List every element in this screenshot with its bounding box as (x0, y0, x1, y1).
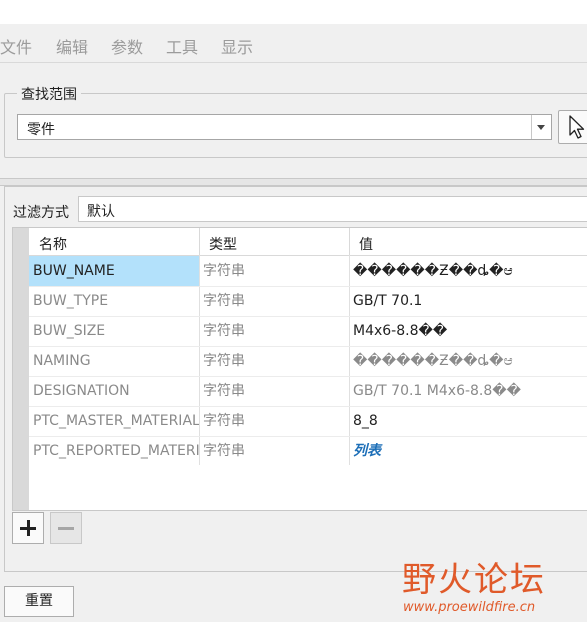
param-name-cell[interactable]: BUW_TYPE (29, 286, 199, 316)
param-type-cell[interactable]: 字符串 (199, 406, 349, 436)
param-value-list-link[interactable]: 列表 (349, 436, 587, 466)
search-scope-dropdown[interactable]: 零件 (17, 114, 552, 140)
column-divider[interactable] (349, 228, 350, 255)
row-header-gutter (13, 228, 29, 510)
table-row[interactable]: BUW_TYPE 字符串 GB/T 70.1 (29, 286, 587, 316)
param-name-cell[interactable]: NAMING (29, 346, 199, 376)
menu-parameters[interactable]: 参数 (111, 34, 143, 58)
param-name-cell[interactable]: PTC_MASTER_MATERIAL (29, 406, 199, 436)
param-value-cell[interactable]: GB/T 70.1 (349, 286, 587, 316)
menu-edit[interactable]: 编辑 (56, 34, 88, 58)
table-row[interactable]: PTC_REPORTED_MATERIAL 字符串 列表 (29, 436, 587, 466)
column-divider[interactable] (199, 228, 200, 255)
column-header-type[interactable]: 类型 (209, 234, 237, 254)
search-scope-value: 零件 (27, 122, 55, 138)
filter-dropdown[interactable]: 默认 (78, 196, 587, 222)
param-name-cell[interactable]: BUW_NAME (29, 256, 199, 286)
parameter-table: 名称 类型 值 BUW_NAME 字符串 ������Ƶ��ȡ�ಆ BUW_TY… (12, 227, 587, 511)
param-value-cell[interactable]: GB/T 70.1 M4x6-8.8�� (349, 376, 587, 406)
watermark-title: 野火论坛 (402, 560, 546, 600)
table-row[interactable]: DESIGNATION 字符串 GB/T 70.1 M4x6-8.8�� (29, 376, 587, 406)
watermark-logo: 野火论坛 www.proewildfire.cn (400, 550, 587, 622)
filter-label: 过滤方式 (13, 205, 69, 221)
remove-parameter-button[interactable] (50, 512, 82, 544)
param-type-cell[interactable]: 字符串 (199, 436, 349, 466)
column-header-value[interactable]: 值 (359, 234, 373, 254)
cursor-arrow-icon (569, 115, 585, 139)
param-name-cell[interactable]: PTC_REPORTED_MATERIAL (29, 436, 199, 466)
title-bar (0, 0, 587, 24)
table-row[interactable]: NAMING 字符串 ������Ƶ��ȡ�ಆ (29, 346, 587, 376)
param-type-cell[interactable]: 字符串 (199, 286, 349, 316)
add-parameter-button[interactable] (12, 512, 44, 544)
table-row[interactable]: PTC_MASTER_MATERIAL 字符串 8_8 (29, 406, 587, 436)
table-row[interactable]: BUW_NAME 字符串 ������Ƶ��ȡ�ಆ (29, 256, 587, 286)
filter-value: 默认 (87, 204, 115, 220)
param-name-cell[interactable]: DESIGNATION (29, 376, 199, 406)
reset-button[interactable]: 重置 (4, 586, 74, 617)
search-scope-label: 查找范围 (17, 84, 81, 104)
select-pick-button[interactable] (558, 110, 587, 144)
menu-tools[interactable]: 工具 (166, 34, 198, 58)
menu-file[interactable]: 文件 (0, 34, 32, 58)
param-value-cell[interactable]: 8_8 (349, 406, 587, 436)
column-header-name[interactable]: 名称 (39, 234, 67, 254)
watermark-url: www.proewildfire.cn (403, 600, 536, 615)
chevron-down-icon[interactable] (531, 115, 551, 139)
param-type-cell[interactable]: 字符串 (199, 256, 349, 286)
param-type-cell[interactable]: 字符串 (199, 346, 349, 376)
param-value-cell[interactable]: M4x6-8.8�� (349, 316, 587, 346)
param-type-cell[interactable]: 字符串 (199, 376, 349, 406)
param-type-cell[interactable]: 字符串 (199, 316, 349, 346)
param-name-cell[interactable]: BUW_SIZE (29, 316, 199, 346)
menu-bar: 文件 编辑 参数 工具 显示 (0, 24, 587, 63)
table-header: 名称 类型 值 (29, 228, 587, 256)
splitter[interactable] (0, 178, 587, 186)
param-value-cell[interactable]: ������Ƶ��ȡ�ಆ (349, 346, 587, 376)
param-value-cell[interactable]: ������Ƶ��ȡ�ಆ (349, 256, 587, 286)
menu-display[interactable]: 显示 (221, 34, 253, 58)
table-row[interactable]: BUW_SIZE 字符串 M4x6-8.8�� (29, 316, 587, 346)
